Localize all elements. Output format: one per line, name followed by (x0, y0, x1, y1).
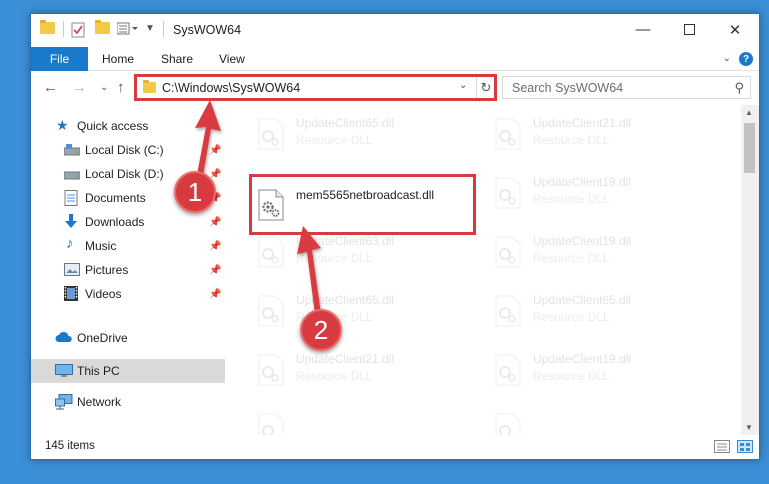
arrow-to-address-bar (195, 100, 221, 181)
arrow-to-target-file (297, 226, 322, 322)
annotation-arrows (195, 100, 322, 322)
step-2-badge: 2 (300, 309, 342, 351)
step-1-badge: 1 (174, 171, 216, 213)
